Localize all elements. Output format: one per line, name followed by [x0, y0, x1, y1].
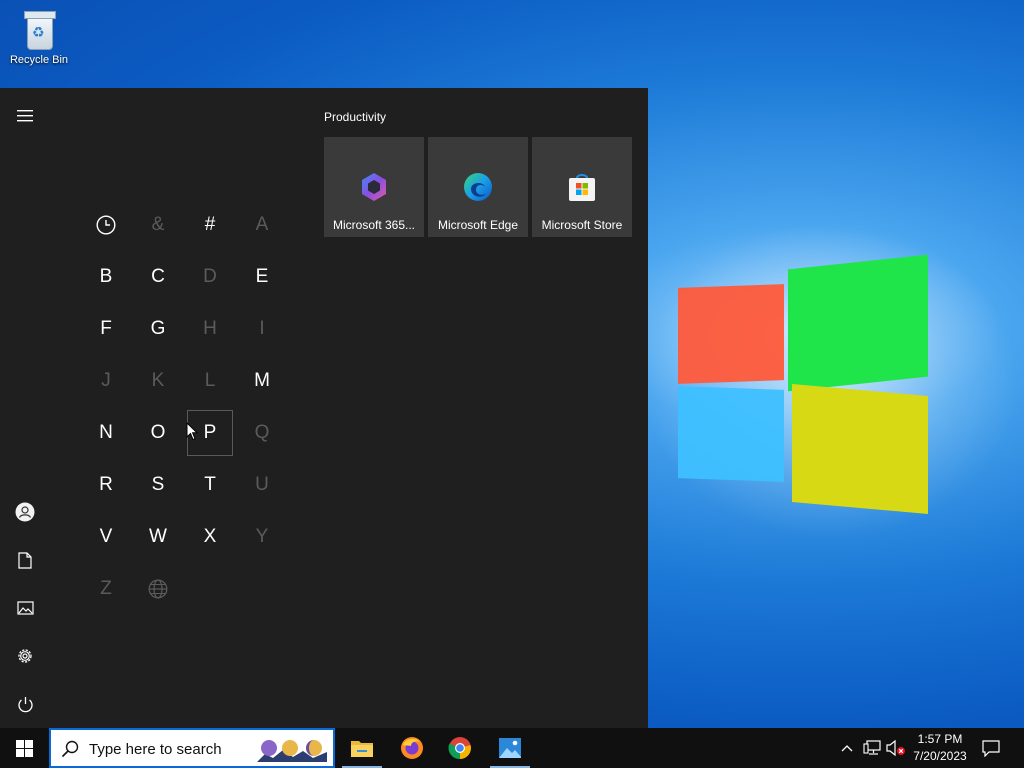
mouse-cursor — [186, 422, 198, 441]
tile-label: Microsoft Store — [541, 218, 623, 232]
letter-index-j: J — [101, 370, 111, 391]
letter-index-b[interactable]: B — [83, 254, 129, 300]
globe-icon — [148, 579, 168, 599]
taskbar-file-explorer[interactable] — [338, 728, 386, 768]
letter-index-a: A — [255, 214, 269, 235]
tile-label: Microsoft 365... — [332, 218, 416, 232]
tile-microsoft-edge[interactable]: Microsoft Edge — [428, 137, 528, 237]
notification-icon — [982, 739, 1000, 757]
letter-index-ampersand: & — [151, 214, 165, 235]
tile-group-title: Productivity — [324, 110, 387, 124]
windows-logo-icon — [15, 739, 33, 757]
show-hidden-icons-button[interactable] — [836, 728, 858, 768]
letter-index-v[interactable]: V — [83, 514, 129, 560]
letter-index-m[interactable]: M — [239, 358, 285, 404]
letter-index-r[interactable]: R — [83, 462, 129, 508]
wallpaper-pane-blue — [678, 386, 784, 482]
letter-index-n[interactable]: N — [83, 410, 129, 456]
user-account-button[interactable] — [0, 492, 50, 532]
settings-button[interactable] — [0, 636, 50, 676]
letter-index-f[interactable]: F — [83, 306, 129, 352]
clock-time: 1:57 PM — [917, 732, 963, 746]
search-placeholder: Type here to search — [89, 741, 222, 758]
letter-index-h: H — [203, 318, 217, 339]
file-explorer-icon — [351, 741, 373, 757]
chrome-icon — [448, 737, 471, 760]
taskbar-search-box[interactable]: Type here to search — [49, 728, 335, 768]
clock-date: 7/20/2023 — [913, 749, 967, 763]
firefox-icon — [401, 737, 423, 759]
taskbar: Type here to search 1:57 PM 7/20/2023 — [0, 728, 1024, 768]
letter-index-c[interactable]: C — [135, 254, 181, 300]
search-icon — [61, 740, 79, 758]
hamburger-menu-icon — [17, 110, 33, 122]
letter-index-w[interactable]: W — [135, 514, 181, 560]
wallpaper-pane-red — [678, 284, 784, 384]
letter-index-globe — [135, 566, 181, 612]
power-button[interactable] — [0, 684, 50, 724]
wallpaper-pane-yellow — [792, 384, 928, 514]
desktop-icon-recycle-bin[interactable]: ♻ Recycle Bin — [6, 6, 72, 78]
letter-index-u: U — [255, 474, 269, 495]
letter-index-y: Y — [255, 526, 269, 547]
letter-index-s[interactable]: S — [135, 462, 181, 508]
user-icon — [15, 502, 35, 522]
power-icon — [17, 696, 33, 712]
action-center-button[interactable] — [976, 728, 1006, 768]
tile-microsoft-store[interactable]: Microsoft Store — [532, 137, 632, 237]
recycle-bin-label: Recycle Bin — [9, 54, 69, 66]
recycle-bin-icon: ♻ — [23, 10, 56, 50]
taskbar-photos[interactable] — [486, 728, 534, 768]
photos-icon — [499, 738, 521, 758]
letter-index-e[interactable]: E — [239, 254, 285, 300]
letter-index-l: L — [204, 370, 216, 391]
tile-label: Microsoft Edge — [437, 218, 519, 232]
edge-icon — [464, 173, 492, 201]
microsoft-365-icon — [362, 173, 386, 201]
taskbar-firefox[interactable] — [388, 728, 436, 768]
letter-index-z: Z — [100, 578, 112, 599]
letter-index-g[interactable]: G — [135, 306, 181, 352]
pictures-icon — [16, 601, 34, 615]
letter-index-d: D — [203, 266, 217, 287]
letter-index-x[interactable]: X — [187, 514, 233, 560]
letter-index-k: K — [151, 370, 165, 391]
letter-index-q: Q — [254, 422, 270, 443]
settings-icon — [18, 649, 32, 663]
store-icon — [569, 174, 595, 201]
letter-index-t[interactable]: T — [187, 462, 233, 508]
wallpaper-pane-green — [788, 254, 928, 392]
documents-button[interactable] — [0, 540, 50, 580]
letter-index-clock[interactable] — [83, 202, 129, 248]
documents-icon — [18, 551, 32, 569]
pictures-button[interactable] — [0, 588, 50, 628]
letter-index-hash[interactable]: # — [187, 202, 233, 248]
chevron-up-icon — [841, 745, 853, 752]
tile-microsoft-365[interactable]: Microsoft 365... — [324, 137, 424, 237]
clock-icon — [96, 215, 116, 235]
taskbar-chrome[interactable] — [436, 728, 484, 768]
letter-index-i: I — [259, 318, 265, 339]
hamburger-menu-button[interactable] — [0, 96, 50, 136]
search-highlight-icon — [257, 740, 327, 762]
taskbar-clock[interactable]: 1:57 PM 7/20/2023 — [900, 731, 980, 765]
start-button[interactable] — [0, 728, 48, 768]
start-menu: & # A B C D E F G H I J K L M N O P Q R S T U V W X Y Z Productivit… — [0, 88, 648, 728]
network-icon — [863, 740, 881, 755]
network-button[interactable] — [860, 728, 884, 768]
letter-index-o[interactable]: O — [135, 410, 181, 456]
